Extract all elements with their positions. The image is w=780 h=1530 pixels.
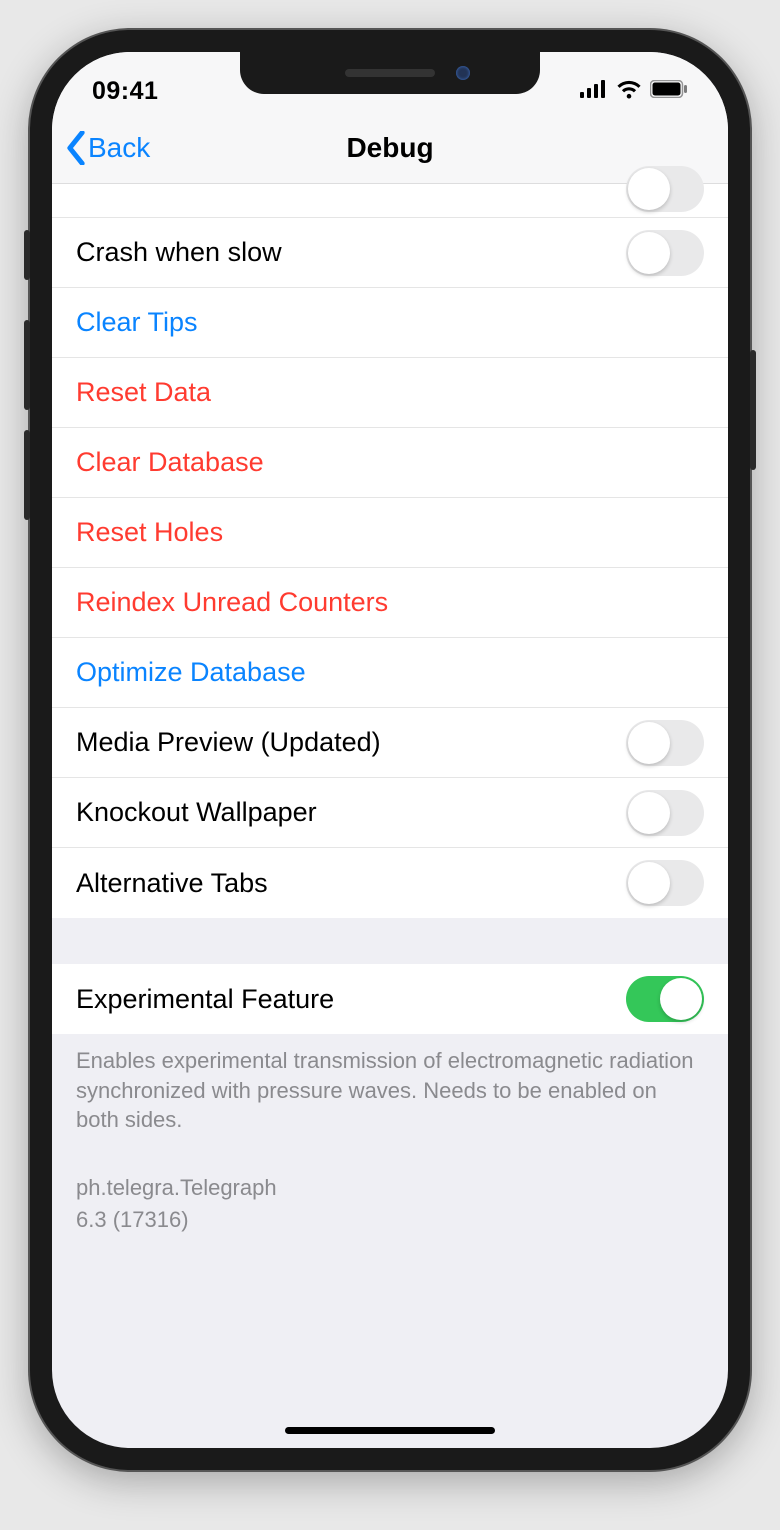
row-experimental-feature[interactable]: Experimental Feature bbox=[52, 964, 728, 1034]
row-label: Knockout Wallpaper bbox=[76, 797, 626, 828]
back-label: Back bbox=[88, 132, 150, 164]
screen: 09:41 Back Debug bbox=[52, 52, 728, 1448]
row-label: Reindex Unread Counters bbox=[76, 587, 704, 618]
battery-icon bbox=[650, 80, 688, 103]
row-clear-tips[interactable]: Clear Tips bbox=[52, 288, 728, 358]
row-partial-top[interactable] bbox=[52, 184, 728, 218]
nav-bar: Back Debug bbox=[52, 112, 728, 184]
notch bbox=[240, 52, 540, 94]
row-label: Reset Holes bbox=[76, 517, 704, 548]
switch-alternative-tabs[interactable] bbox=[626, 860, 704, 906]
row-crash-when-slow[interactable]: Crash when slow bbox=[52, 218, 728, 288]
power-button[interactable] bbox=[750, 350, 756, 470]
switch-media-preview[interactable] bbox=[626, 720, 704, 766]
row-reset-data[interactable]: Reset Data bbox=[52, 358, 728, 428]
row-alternative-tabs[interactable]: Alternative Tabs bbox=[52, 848, 728, 918]
switch-crash-when-slow[interactable] bbox=[626, 230, 704, 276]
front-camera bbox=[456, 66, 470, 80]
settings-group-2: Experimental Feature bbox=[52, 964, 728, 1034]
experimental-description: Enables experimental transmission of ele… bbox=[52, 1034, 728, 1135]
status-time: 09:41 bbox=[92, 77, 158, 106]
row-label: Clear Tips bbox=[76, 307, 704, 338]
row-clear-database[interactable]: Clear Database bbox=[52, 428, 728, 498]
content[interactable]: Crash when slow Clear Tips Reset Data Cl… bbox=[52, 184, 728, 1234]
home-indicator[interactable] bbox=[285, 1427, 495, 1434]
row-reset-holes[interactable]: Reset Holes bbox=[52, 498, 728, 568]
page-title: Debug bbox=[52, 132, 728, 164]
row-knockout-wallpaper[interactable]: Knockout Wallpaper bbox=[52, 778, 728, 848]
mute-switch[interactable] bbox=[24, 230, 30, 280]
row-label: Crash when slow bbox=[76, 237, 626, 268]
row-label: Experimental Feature bbox=[76, 984, 626, 1015]
chevron-left-icon bbox=[66, 131, 86, 165]
row-reindex-unread[interactable]: Reindex Unread Counters bbox=[52, 568, 728, 638]
row-label: Alternative Tabs bbox=[76, 868, 626, 899]
app-version: 6.3 (17316) bbox=[52, 1203, 728, 1235]
row-label: Clear Database bbox=[76, 447, 704, 478]
wifi-icon bbox=[616, 79, 642, 104]
app-bundle-id: ph.telegra.Telegraph bbox=[52, 1135, 728, 1203]
switch-experimental-feature[interactable] bbox=[626, 976, 704, 1022]
row-label: Optimize Database bbox=[76, 657, 704, 688]
phone-frame: 09:41 Back Debug bbox=[30, 30, 750, 1470]
row-label: Reset Data bbox=[76, 377, 704, 408]
speaker-grille bbox=[345, 69, 435, 77]
row-media-preview[interactable]: Media Preview (Updated) bbox=[52, 708, 728, 778]
row-label: Media Preview (Updated) bbox=[76, 727, 626, 758]
back-button[interactable]: Back bbox=[66, 131, 150, 165]
settings-group-1: Crash when slow Clear Tips Reset Data Cl… bbox=[52, 184, 728, 918]
volume-down-button[interactable] bbox=[24, 430, 30, 520]
switch-knockout-wallpaper[interactable] bbox=[626, 790, 704, 836]
volume-up-button[interactable] bbox=[24, 320, 30, 410]
cellular-signal-icon bbox=[580, 80, 608, 103]
switch-partial-top[interactable] bbox=[626, 166, 704, 212]
row-optimize-database[interactable]: Optimize Database bbox=[52, 638, 728, 708]
